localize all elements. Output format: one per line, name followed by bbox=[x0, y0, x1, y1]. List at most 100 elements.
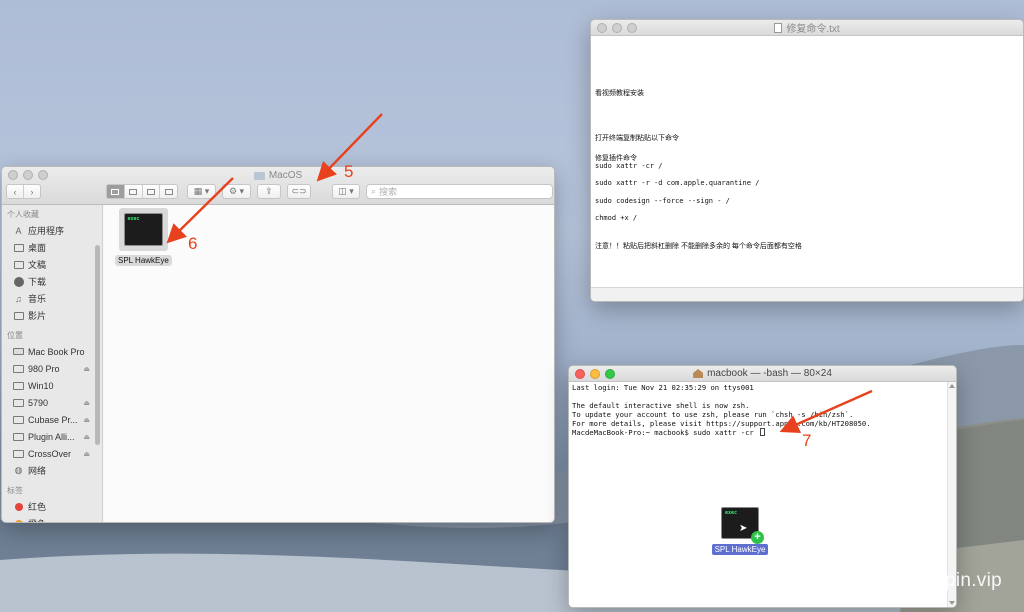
mouse-pointer-icon: ➤ bbox=[739, 523, 748, 534]
textedit-titlebar[interactable]: 修复命令.txt bbox=[591, 20, 1023, 36]
search-input[interactable]: ⌕ 搜索 bbox=[366, 184, 553, 199]
network-icon: ◍ bbox=[14, 465, 23, 475]
sidebar-item-tag-orange[interactable]: 橙色 bbox=[2, 515, 102, 522]
sidebar-item-network[interactable]: ◍ 网络 bbox=[2, 462, 102, 479]
back-arrow-icon[interactable]: ‹ bbox=[7, 185, 24, 198]
drive-icon bbox=[13, 449, 24, 459]
status-bar bbox=[591, 287, 1023, 301]
text-line: sudo xattr -r -d com.apple.quarantine / bbox=[595, 179, 760, 187]
downloads-icon bbox=[13, 276, 24, 287]
desktop-icon bbox=[13, 243, 24, 253]
share-button[interactable]: ⇪ bbox=[257, 184, 281, 199]
sidebar-item-music[interactable]: ♫ 音乐 bbox=[2, 290, 102, 307]
drive-icon bbox=[13, 415, 24, 425]
terminal-prompt: MacdeMacBook-Pro:~ macbook$ sudo xattr -… bbox=[572, 428, 759, 437]
text-line: sudo codesign --force --sign - / bbox=[595, 197, 730, 205]
home-icon bbox=[693, 369, 704, 378]
finder-titlebar[interactable]: MacOS ‹ › ▦ ▾ ⚙ ▾ ⇪ ⊂⊃ ◫ ▾ ⌕ 搜索 bbox=[2, 167, 554, 205]
zoom-button[interactable] bbox=[627, 23, 637, 33]
terminal-line: Last login: Tue Nov 21 02:35:29 on ttys0… bbox=[572, 383, 754, 392]
exec-file-icon: exec ➤ + bbox=[721, 507, 764, 544]
documents-icon bbox=[13, 260, 24, 270]
finder-window: MacOS ‹ › ▦ ▾ ⚙ ▾ ⇪ ⊂⊃ ◫ ▾ ⌕ 搜索 个人收藏 A 应… bbox=[1, 166, 555, 523]
dragged-file-name: SPL HawkEye bbox=[711, 544, 769, 555]
minimize-button[interactable] bbox=[590, 369, 600, 379]
sidebar-item-desktop[interactable]: 桌面 bbox=[2, 239, 102, 256]
eject-icon[interactable]: ⏏ bbox=[83, 365, 90, 373]
close-button[interactable] bbox=[597, 23, 607, 33]
scroll-up-icon[interactable] bbox=[949, 384, 955, 388]
eject-icon[interactable]: ⏏ bbox=[83, 399, 90, 407]
sidebar-item-980-pro[interactable]: 980 Pro ⏏ bbox=[2, 360, 102, 377]
finder-sidebar: 个人收藏 A 应用程序 桌面 文稿 下载 ♫ 音乐 影片 位置 Mac Book P… bbox=[2, 205, 103, 522]
music-icon: ♫ bbox=[15, 293, 22, 304]
terminal-line: For more details, please visit https://s… bbox=[572, 419, 871, 428]
view-mode-control[interactable] bbox=[106, 184, 178, 199]
eject-icon[interactable]: ⏏ bbox=[83, 433, 90, 441]
tag-button[interactable]: ⊂⊃ bbox=[287, 184, 311, 199]
sidebar-item-downloads[interactable]: 下载 bbox=[2, 273, 102, 290]
sidebar-item-applications[interactable]: A 应用程序 bbox=[2, 222, 102, 239]
document-icon bbox=[774, 22, 783, 33]
file-name: SPL HawkEye bbox=[115, 255, 172, 266]
scroll-down-icon[interactable] bbox=[949, 601, 955, 605]
eject-icon[interactable]: ⏏ bbox=[83, 450, 90, 458]
grid-icon: ▦ ▾ bbox=[193, 186, 210, 196]
textedit-window: 修复命令.txt 看视频教程安装 打开终端复制粘贴以下命令 修复插件命令 sud… bbox=[590, 19, 1024, 302]
folder-icon bbox=[253, 171, 265, 180]
exec-icon-label: exec bbox=[127, 216, 140, 222]
text-document[interactable]: 看视频教程安装 打开终端复制粘贴以下命令 修复插件命令 sudo xattr -… bbox=[591, 36, 1023, 301]
dropbox-button[interactable]: ◫ ▾ bbox=[332, 184, 360, 199]
window-title: macbook — -bash — 80×24 bbox=[707, 368, 832, 379]
movies-icon bbox=[13, 311, 24, 321]
drive-icon bbox=[13, 432, 24, 442]
sidebar-item-movies[interactable]: 影片 bbox=[2, 307, 102, 324]
sidebar-item-cubase[interactable]: Cubase Pr... ⏏ bbox=[2, 411, 102, 428]
sidebar-item-win10[interactable]: Win10 bbox=[2, 377, 102, 394]
search-placeholder: 搜索 bbox=[379, 187, 398, 197]
close-button[interactable] bbox=[575, 369, 585, 379]
terminal-prompt-line[interactable]: MacdeMacBook-Pro:~ macbook$ sudo xattr -… bbox=[572, 428, 766, 437]
text-line: 看视频教程安装 bbox=[595, 90, 644, 97]
search-icon: ⌕ bbox=[371, 186, 377, 196]
red-tag-icon bbox=[14, 502, 23, 511]
terminal-titlebar[interactable]: macbook — -bash — 80×24 bbox=[569, 366, 956, 382]
minimize-button[interactable] bbox=[612, 23, 622, 33]
zoom-button[interactable] bbox=[38, 170, 48, 180]
text-cursor bbox=[760, 428, 766, 436]
eject-icon[interactable]: ⏏ bbox=[83, 416, 90, 424]
sidebar-item-tag-red[interactable]: 红色 bbox=[2, 498, 102, 515]
tags-header: 标签 bbox=[7, 486, 23, 495]
back-forward-control[interactable]: ‹ › bbox=[6, 184, 41, 199]
close-button[interactable] bbox=[8, 170, 18, 180]
minimize-button[interactable] bbox=[23, 170, 33, 180]
action-button[interactable]: ⚙ ▾ bbox=[222, 184, 251, 199]
sidebar-item-macbook-pro[interactable]: Mac Book Pro bbox=[2, 343, 102, 360]
terminal-line: To update your account to use zsh, pleas… bbox=[572, 410, 854, 419]
icon-view-icon[interactable] bbox=[107, 185, 125, 198]
share-icon: ⇪ bbox=[265, 186, 273, 196]
dragged-file-spl-hawkeye[interactable]: exec ➤ + SPL HawkEye bbox=[711, 507, 769, 555]
drive-icon bbox=[13, 381, 24, 391]
locations-header: 位置 bbox=[7, 331, 23, 340]
list-view-icon[interactable] bbox=[125, 185, 143, 198]
file-spl-hawkeye[interactable]: exec SPL HawkEye bbox=[115, 208, 172, 266]
terminal-scrollbar[interactable] bbox=[947, 382, 956, 607]
text-line: sudo xattr -cr / bbox=[595, 162, 663, 170]
terminal-output[interactable]: Last login: Tue Nov 21 02:35:29 on ttys0… bbox=[569, 382, 956, 607]
favorites-header: 个人收藏 bbox=[7, 210, 39, 219]
finder-content: exec SPL HawkEye bbox=[104, 205, 554, 522]
column-view-icon[interactable] bbox=[143, 185, 161, 198]
computer-icon bbox=[13, 347, 24, 357]
gear-icon: ⚙ ▾ bbox=[228, 186, 245, 196]
zoom-button[interactable] bbox=[605, 369, 615, 379]
sidebar-scrollbar[interactable] bbox=[95, 245, 100, 445]
window-title: MacOS bbox=[268, 170, 303, 181]
group-button[interactable]: ▦ ▾ bbox=[187, 184, 216, 199]
forward-arrow-icon[interactable]: › bbox=[24, 185, 40, 198]
sidebar-item-5790[interactable]: 5790 ⏏ bbox=[2, 394, 102, 411]
sidebar-item-documents[interactable]: 文稿 bbox=[2, 256, 102, 273]
sidebar-item-plugin-alliance[interactable]: Plugin Alli... ⏏ bbox=[2, 428, 102, 445]
sidebar-item-crossover[interactable]: CrossOver ⏏ bbox=[2, 445, 102, 462]
gallery-view-icon[interactable] bbox=[160, 185, 177, 198]
